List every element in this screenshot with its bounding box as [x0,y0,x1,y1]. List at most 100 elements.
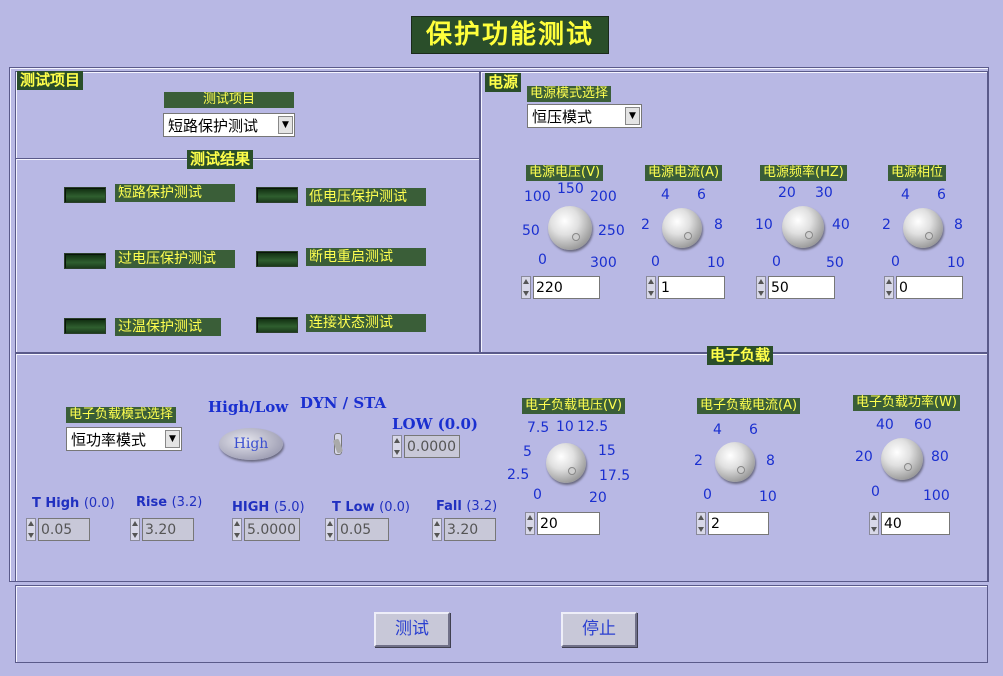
led-connection [256,317,298,333]
power-current-value[interactable]: 1 [658,276,725,299]
stop-button[interactable]: 停止 [561,612,637,647]
rise-value[interactable]: 3.20 [142,518,194,541]
tick: 30 [815,185,833,201]
spinner-icon[interactable] [232,518,242,541]
load-mode-label: 电子负载模式选择 [66,407,177,423]
spinner-icon[interactable] [432,518,442,541]
chevron-down-icon[interactable]: ▼ [165,430,180,448]
power-phase-label: 电源相位 [888,165,947,181]
tick: 2 [641,217,650,233]
power-mode-selector[interactable]: 恒压模式 ▼ [527,104,642,128]
t-high-value[interactable]: 0.05 [38,518,90,541]
result-label-over-temp: 过温保护测试 [115,318,221,336]
load-power-knob[interactable] [881,438,923,480]
load-power-control[interactable]: 40 [869,512,951,535]
spinner-icon[interactable] [869,512,879,535]
tick: 8 [954,217,963,233]
tick: 20 [589,490,607,506]
tick: 17.5 [599,468,631,484]
tick: 15 [598,443,616,459]
power-phase-control[interactable]: 0 [884,276,964,299]
tick: 8 [766,453,775,469]
highlow-toggle[interactable]: High [219,428,283,460]
t-high-control[interactable]: 0.05 [26,518,90,541]
power-voltage-value[interactable]: 220 [533,276,600,299]
t-low-value[interactable]: 0.05 [337,518,389,541]
chevron-down-icon[interactable]: ▼ [625,107,640,125]
power-current-control[interactable]: 1 [646,276,726,299]
result-label-over-voltage: 过电压保护测试 [115,250,235,268]
spinner-icon[interactable] [884,276,894,299]
load-current-label: 电子负载电流(A) [697,398,801,414]
test-item-selector-value: 短路保护测试 [168,117,259,135]
power-voltage-knob[interactable] [548,206,592,250]
spinner-icon[interactable] [525,512,535,535]
tick: 80 [931,449,949,465]
power-frequency-label: 电源频率(HZ) [760,165,847,181]
tick: 100 [524,189,551,205]
load-current-control[interactable]: 2 [696,512,770,535]
chevron-down-icon[interactable]: ▼ [278,116,293,134]
result-label-short-circuit: 短路保护测试 [115,184,235,202]
load-power-value[interactable]: 40 [881,512,950,535]
power-current-knob[interactable] [662,208,702,248]
spinner-icon[interactable] [756,276,766,299]
high-control[interactable]: 5.0000 [232,518,300,541]
fall-control[interactable]: 3.20 [432,518,496,541]
led-low-voltage [256,187,298,203]
fall-value[interactable]: 3.20 [444,518,496,541]
spinner-icon[interactable] [646,276,656,299]
tick: 2.5 [507,467,530,483]
low-value[interactable]: 0.0000 [404,435,460,458]
load-current-knob[interactable] [715,442,755,482]
tick: 20 [778,185,796,201]
power-frequency-control[interactable]: 50 [756,276,836,299]
tick: 5 [523,444,532,460]
load-voltage-control[interactable]: 20 [525,512,601,535]
spinner-icon[interactable] [130,518,140,541]
spinner-icon[interactable] [26,518,36,541]
tick: 0 [772,254,781,270]
load-voltage-value[interactable]: 20 [537,512,600,535]
power-frequency-value[interactable]: 50 [768,276,835,299]
power-voltage-control[interactable]: 220 [521,276,601,299]
spinner-icon[interactable] [325,518,335,541]
tick: 0 [703,487,712,503]
tick: 7.5 [527,420,550,436]
power-phase-knob[interactable] [903,208,943,248]
dynsta-switch[interactable] [331,427,344,457]
param-label-t-low: T Low (0.0) [332,500,410,515]
power-phase-value[interactable]: 0 [896,276,963,299]
result-label-power-restart: 断电重启测试 [306,248,426,266]
power-voltage-label: 电源电压(V) [526,165,604,181]
tick: 10 [755,217,773,233]
load-mode-selector[interactable]: 恒功率模式 ▼ [66,427,182,451]
rise-control[interactable]: 3.20 [130,518,194,541]
load-voltage-knob[interactable] [546,443,586,483]
t-low-control[interactable]: 0.05 [325,518,389,541]
results-title: 测试结果 [187,150,254,169]
high-value[interactable]: 5.0000 [244,518,300,541]
dynsta-label: DYN / STA [300,394,387,412]
param-label-fall: Fall (3.2) [436,499,498,514]
tick: 4 [901,187,910,203]
power-mode-value: 恒压模式 [532,108,593,126]
spinner-icon[interactable] [521,276,531,299]
tick: 50 [826,255,844,271]
tick: 300 [590,255,617,271]
power-current-label: 电源电流(A) [645,165,723,181]
tick: 6 [697,187,706,203]
tick: 250 [598,223,625,239]
tick: 0 [651,254,660,270]
low-control[interactable]: 0.0000 [392,435,460,458]
load-current-value[interactable]: 2 [708,512,769,535]
test-item-selector[interactable]: 短路保护测试 ▼ [163,113,295,137]
power-frequency-knob[interactable] [782,206,824,248]
led-short-circuit [64,187,106,203]
spinner-icon[interactable] [392,435,402,458]
tick: 40 [876,417,894,433]
highlow-toggle-value: High [233,436,269,452]
spinner-icon[interactable] [696,512,706,535]
test-button[interactable]: 测试 [374,612,450,647]
power-title: 电源 [485,73,522,92]
